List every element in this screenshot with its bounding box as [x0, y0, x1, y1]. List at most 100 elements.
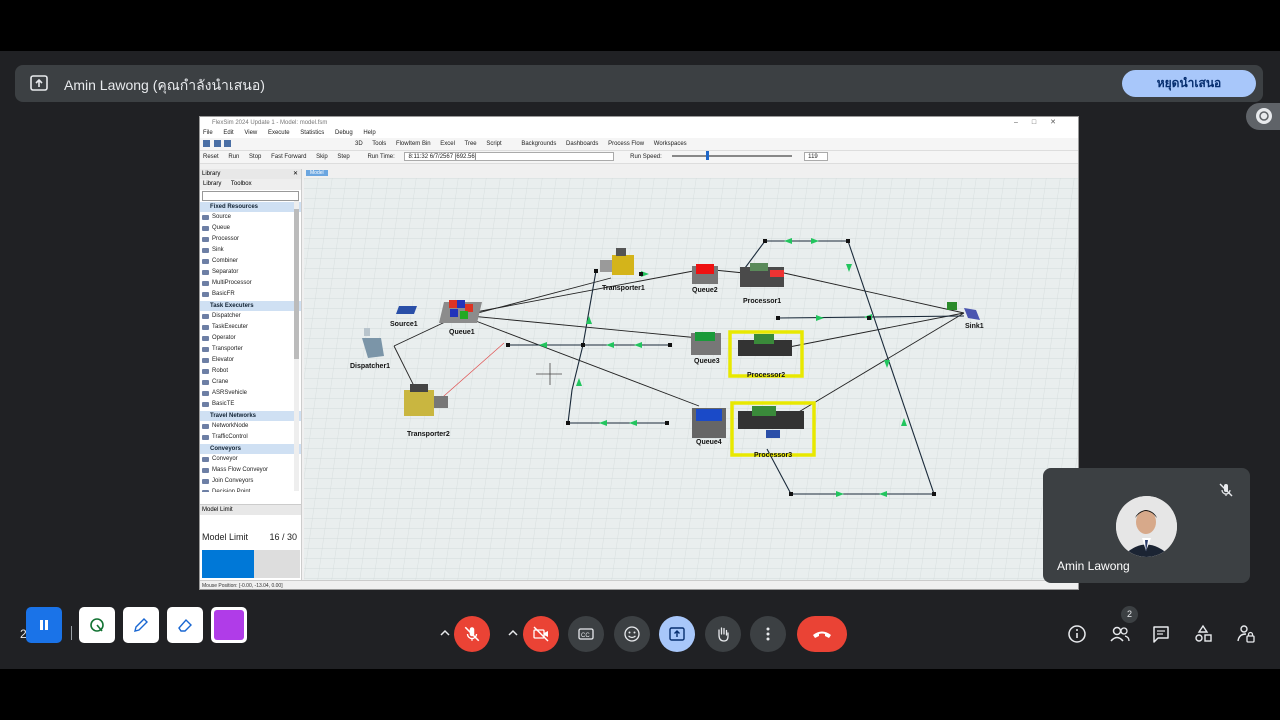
library-item[interactable]: Sink [200, 245, 301, 256]
run-speed-value[interactable]: 119 [804, 151, 829, 161]
category-conveyors[interactable]: Conveyors [200, 444, 301, 454]
companion-icon [1256, 108, 1272, 124]
window-controls[interactable]: –□✕ [1014, 117, 1070, 129]
menu-statistics[interactable]: Statistics [300, 130, 324, 136]
presenting-banner: Amin Lawong (คุณกำลังนำเสนอ) หยุดนำเสนอ [15, 65, 1263, 102]
menu-execute[interactable]: Execute [268, 130, 290, 136]
avatar [1116, 496, 1177, 557]
step-button[interactable]: Step [337, 154, 349, 160]
tab-library[interactable]: Library [203, 181, 221, 187]
model-view[interactable]: Model Source1 Queue1 Dispatcher1 Transpo… [304, 169, 1079, 580]
library-item[interactable]: Mass Flow Conveyor [200, 465, 301, 476]
library-item[interactable]: TaskExecuter [200, 322, 301, 333]
run-speed-slider[interactable] [671, 151, 792, 161]
skip-button[interactable]: Skip [316, 154, 328, 160]
menu-debug[interactable]: Debug [335, 130, 353, 136]
toolbar-flowitem-bin[interactable]: FlowItem Bin [396, 141, 431, 147]
library-item[interactable]: Operator [200, 333, 301, 344]
captions-button[interactable]: CC [568, 616, 604, 652]
label-processor3: Processor3 [754, 452, 792, 459]
source-object[interactable] [396, 306, 417, 314]
self-view-tile[interactable]: Amin Lawong [1043, 468, 1250, 583]
library-item[interactable]: Separator [200, 267, 301, 278]
camera-toggle-button[interactable] [523, 616, 559, 652]
toolbar-backgrounds[interactable]: Backgrounds [521, 141, 556, 147]
library-item[interactable]: Conveyor [200, 454, 301, 465]
library-item[interactable]: Join Conveyors [200, 476, 301, 487]
chat-button[interactable] [1150, 623, 1172, 645]
tab-toolbox[interactable]: Toolbox [231, 181, 252, 187]
stop-button[interactable]: Stop [249, 154, 261, 160]
library-item[interactable]: Source [200, 212, 301, 223]
library-item[interactable]: BasicFR [200, 289, 301, 300]
laser-pointer-button[interactable] [79, 607, 115, 643]
people-button[interactable] [1108, 623, 1132, 645]
chevron-up-icon[interactable] [438, 626, 452, 640]
library-item[interactable]: BasicTE [200, 399, 301, 410]
menu-view[interactable]: View [244, 130, 257, 136]
more-options-button[interactable] [750, 616, 786, 652]
toolbar-tools[interactable]: Tools [372, 141, 386, 147]
color-picker-button[interactable] [211, 607, 247, 643]
raise-hand-button[interactable] [705, 616, 741, 652]
menu-edit[interactable]: Edit [223, 130, 233, 136]
run-time-field[interactable]: 8:11:32 6/7/2567 [692.56] [404, 151, 615, 161]
category-task-executers[interactable]: Task Executers [200, 301, 301, 311]
queue2-object[interactable] [692, 264, 718, 284]
presenter-title: Amin Lawong (คุณกำลังนำเสนอ) [64, 77, 265, 93]
library-scrollbar[interactable] [294, 201, 299, 491]
library-item[interactable]: MultiProcessor [200, 278, 301, 289]
menu-help[interactable]: Help [363, 130, 375, 136]
toolbar-process-flow[interactable]: Process Flow [608, 141, 644, 147]
queue1-object[interactable] [439, 300, 482, 323]
library-item[interactable]: ASRSvehicle [200, 388, 301, 399]
queue4-object[interactable] [692, 408, 726, 438]
queue3-object[interactable] [691, 332, 721, 355]
library-item[interactable]: Queue [200, 223, 301, 234]
menu-file[interactable]: File [203, 130, 213, 136]
new-icon[interactable] [203, 139, 210, 147]
present-now-button[interactable] [659, 616, 695, 652]
mic-toggle-button[interactable] [454, 616, 490, 652]
library-item[interactable]: Crane [200, 377, 301, 388]
stop-presenting-button[interactable]: หยุดนำเสนอ [1122, 70, 1256, 97]
library-item[interactable]: Robot [200, 366, 301, 377]
library-item[interactable]: Combiner [200, 256, 301, 267]
library-item[interactable]: Decision Point [200, 487, 301, 492]
toolbar-workspaces[interactable]: Workspaces [654, 141, 687, 147]
host-controls-button[interactable] [1235, 623, 1257, 645]
model-3d-canvas[interactable]: Source1 Queue1 Dispatcher1 Transporter1 … [304, 178, 1079, 580]
meeting-details-button[interactable] [1066, 623, 1088, 645]
toolbar-excel[interactable]: Excel [440, 141, 455, 147]
category-fixed-resources[interactable]: Fixed Resources [200, 202, 301, 212]
pen-button[interactable] [123, 607, 159, 643]
library-item[interactable]: Dispatcher [200, 311, 301, 322]
label-dispatcher1: Dispatcher1 [350, 363, 390, 370]
toolbar-3d[interactable]: 3D [355, 141, 363, 147]
run-button[interactable]: Run [228, 154, 239, 160]
chevron-up-icon[interactable] [506, 626, 520, 640]
activities-button[interactable] [1192, 623, 1214, 645]
close-icon[interactable]: ✕ [293, 169, 298, 179]
eraser-button[interactable] [167, 607, 203, 643]
category-travel-networks[interactable]: Travel Networks [200, 411, 301, 421]
toolbar-script[interactable]: Script [486, 141, 501, 147]
toolbar-dashboards[interactable]: Dashboards [566, 141, 598, 147]
save-icon[interactable] [224, 139, 232, 147]
library-item[interactable]: TrafficControl [200, 432, 301, 443]
open-icon[interactable] [213, 139, 221, 147]
reset-button[interactable]: Reset [203, 154, 219, 160]
fast-forward-button[interactable]: Fast Forward [271, 154, 306, 160]
reactions-button[interactable] [614, 616, 650, 652]
side-panel-toggle[interactable] [1246, 103, 1280, 130]
library-filter-input[interactable] [202, 191, 299, 201]
tab-model[interactable]: Model [306, 170, 328, 176]
library-item[interactable]: NetworkNode [200, 421, 301, 432]
library-item[interactable]: Processor [200, 234, 301, 245]
pause-button[interactable] [26, 607, 62, 643]
library-item[interactable]: Elevator [200, 355, 301, 366]
library-item[interactable]: Transporter [200, 344, 301, 355]
leave-call-button[interactable] [797, 616, 847, 652]
toolbar-tree[interactable]: Tree [465, 141, 477, 147]
model-limit-panel-title: Model Limit [200, 505, 301, 515]
